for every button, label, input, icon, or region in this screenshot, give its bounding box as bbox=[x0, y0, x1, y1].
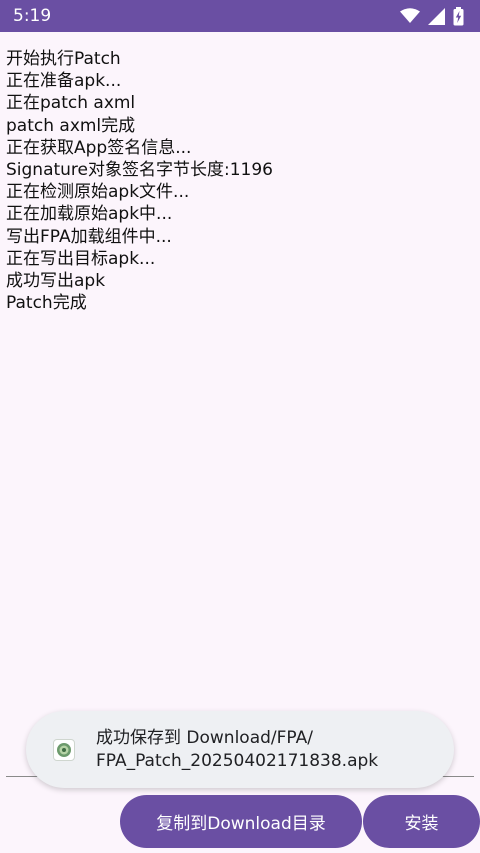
wifi-icon bbox=[400, 8, 420, 23]
log-line: 正在patch axml bbox=[6, 93, 136, 114]
log-line: 正在准备apk... bbox=[6, 71, 122, 92]
log-line: 正在写出目标apk... bbox=[6, 248, 156, 269]
status-bar: 5:19 bbox=[0, 0, 480, 32]
status-icons bbox=[400, 6, 464, 26]
signal-icon bbox=[428, 7, 445, 25]
install-button[interactable]: 安装 bbox=[363, 795, 480, 848]
toast: 成功保存到 Download/FPA/ FPA_Patch_2025040217… bbox=[26, 711, 454, 788]
log-line: Patch完成 bbox=[6, 293, 87, 314]
copy-to-download-button[interactable]: 复制到Download目录 bbox=[120, 795, 362, 848]
log-line: 成功写出apk bbox=[6, 271, 106, 292]
log-line: Signature对象签名字节长度:1196 bbox=[6, 160, 274, 181]
log-line: 正在加载原始apk中... bbox=[6, 204, 173, 225]
log-line: 正在获取App签名信息... bbox=[6, 137, 192, 158]
app-icon bbox=[53, 738, 75, 761]
toast-line-1: 成功保存到 Download/FPA/ bbox=[96, 727, 313, 748]
toast-message: 成功保存到 Download/FPA/ FPA_Patch_2025040217… bbox=[96, 727, 378, 773]
toast-line-2: FPA_Patch_20250402171838.apk bbox=[96, 750, 379, 771]
battery-charging-icon bbox=[453, 6, 464, 25]
log-line: 正在检测原始apk文件... bbox=[6, 182, 190, 203]
log-line: 开始执行Patch bbox=[6, 49, 121, 69]
status-time: 5:19 bbox=[13, 6, 52, 26]
log-line: patch axml完成 bbox=[6, 115, 136, 136]
patch-log: 开始执行Patch 正在准备apk... 正在patch axml patch axm… bbox=[6, 48, 476, 314]
log-line: 写出FPA加载组件中... bbox=[6, 226, 172, 247]
